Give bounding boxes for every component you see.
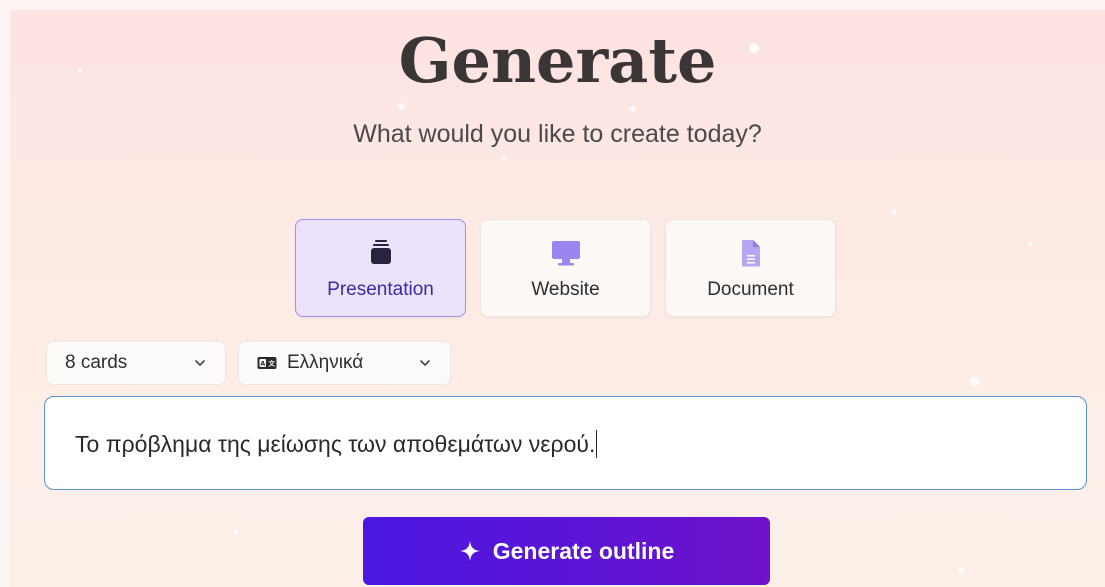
- prompt-text-wrapper: Το πρόβλημα της μείωσης των αποθεμάτων ν…: [75, 430, 598, 458]
- sparkle-icon: [459, 541, 480, 561]
- sparkle-dot: [234, 529, 239, 534]
- chevron-down-icon: [420, 360, 430, 367]
- sparkle-dot: [970, 377, 979, 386]
- stacked-cards-icon: [296, 238, 465, 268]
- page-title: Generate: [398, 24, 717, 97]
- type-card-document[interactable]: Document: [665, 219, 836, 317]
- prompt-input[interactable]: Το πρόβλημα της μείωσης των αποθεμάτων ν…: [44, 396, 1087, 490]
- sparkle-dot: [1028, 242, 1032, 246]
- type-card-website[interactable]: Website: [480, 219, 651, 317]
- type-card-label: Document: [707, 279, 794, 300]
- svg-text:文: 文: [268, 359, 276, 368]
- card-count-value: 8 cards: [65, 352, 128, 373]
- sparkle-dot: [398, 103, 405, 110]
- type-card-label: Presentation: [327, 279, 434, 300]
- type-card-presentation[interactable]: Presentation: [295, 219, 466, 317]
- sparkle-dot: [892, 209, 897, 214]
- document-icon: [666, 238, 835, 268]
- type-card-label: Website: [531, 279, 600, 300]
- chevron-down-icon: [195, 360, 205, 367]
- language-icon: A 文: [257, 357, 277, 369]
- svg-text:A: A: [260, 360, 265, 368]
- sparkle-dot: [958, 567, 964, 573]
- page-subtitle: What would you like to create today?: [353, 120, 762, 148]
- generate-outline-label: Generate outline: [492, 537, 675, 564]
- language-dropdown[interactable]: A 文 Ελληνικά: [238, 341, 451, 385]
- generate-page: Generate What would you like to create t…: [10, 10, 1105, 587]
- monitor-icon: [481, 238, 650, 268]
- text-caret: [596, 430, 598, 458]
- prompt-value: Το πρόβλημα της μείωσης των αποθεμάτων ν…: [75, 431, 596, 457]
- language-value: Ελληνικά: [287, 352, 364, 373]
- sparkle-dot: [502, 156, 506, 160]
- sparkle-dot: [630, 106, 636, 112]
- card-count-dropdown[interactable]: 8 cards: [46, 341, 226, 385]
- generate-outline-button[interactable]: Generate outline: [363, 517, 770, 585]
